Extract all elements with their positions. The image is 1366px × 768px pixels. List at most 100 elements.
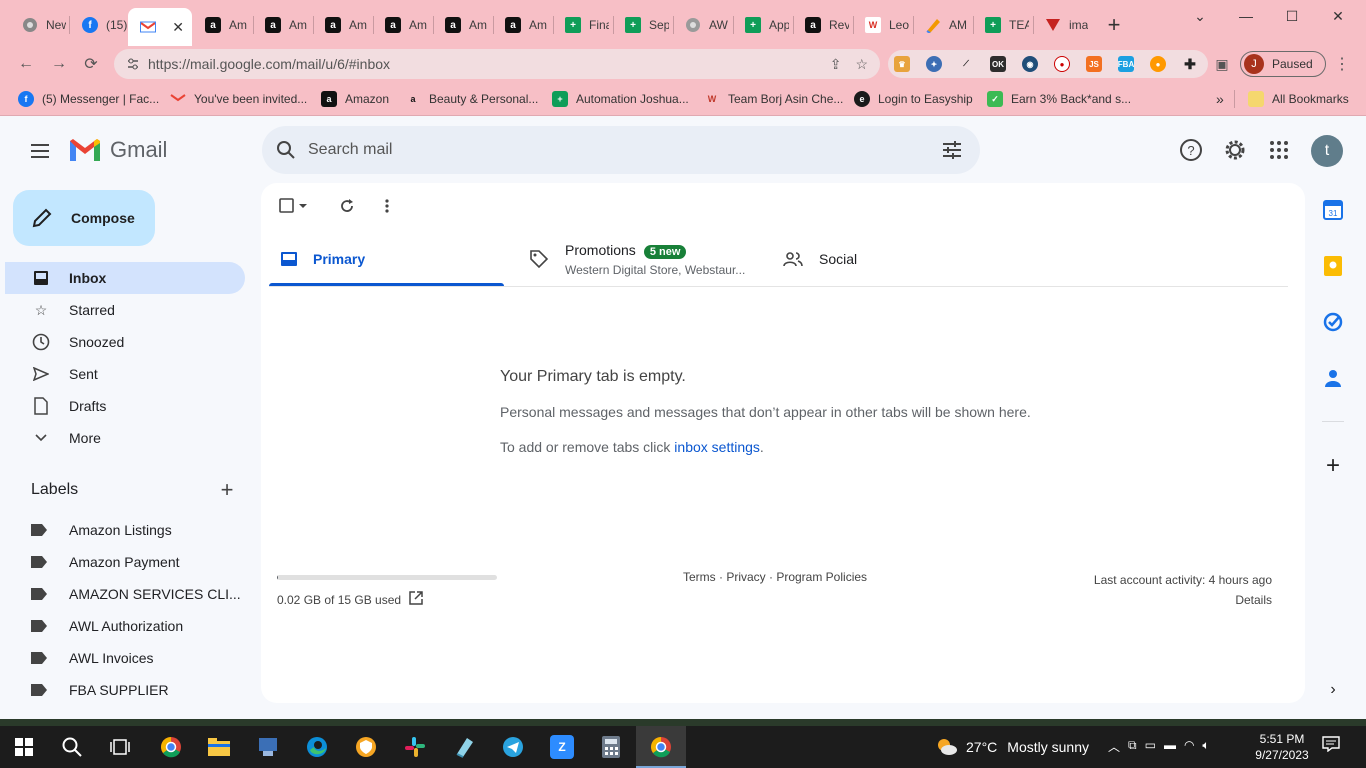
- refresh-icon[interactable]: [337, 196, 357, 216]
- main-menu-icon[interactable]: [28, 139, 52, 163]
- chrome-active-icon[interactable]: [649, 735, 673, 759]
- system-clock[interactable]: 5:51 PM 9/27/2023: [1250, 731, 1314, 763]
- nav-drafts[interactable]: Drafts: [5, 390, 245, 422]
- display-icon[interactable]: ▭: [1145, 738, 1156, 755]
- search-bar[interactable]: [262, 126, 980, 174]
- browser-tab[interactable]: a Am: [193, 10, 251, 40]
- nav-snoozed[interactable]: Snoozed: [5, 326, 245, 358]
- back-button[interactable]: ←: [14, 52, 38, 76]
- open-external-icon[interactable]: [409, 591, 423, 608]
- label-item[interactable]: Amazon Listings: [31, 516, 241, 544]
- extension-icon[interactable]: ◉: [1022, 56, 1038, 72]
- show-side-panel-icon[interactable]: ›: [1322, 679, 1344, 701]
- browser-tab[interactable]: W Leo: [853, 10, 911, 40]
- bookmark-star-icon[interactable]: ☆: [855, 56, 868, 73]
- search-icon[interactable]: [60, 735, 84, 759]
- browser-tab[interactable]: f (15): [70, 10, 128, 40]
- browser-tab[interactable]: a Am: [493, 10, 551, 40]
- label-item[interactable]: AWL Authorization: [31, 612, 241, 640]
- nav-starred[interactable]: ☆ Starred: [5, 294, 245, 326]
- inbox-settings-link[interactable]: inbox settings: [674, 439, 760, 455]
- bookmark-item[interactable]: a Amazon: [321, 91, 389, 107]
- show-hidden-icons-icon[interactable]: ︿: [1108, 738, 1120, 755]
- label-item[interactable]: AMAZON SERVICES CLI...: [31, 580, 241, 608]
- chrome-menu-icon[interactable]: ⋮: [1330, 52, 1354, 76]
- extension-icon[interactable]: ✦: [926, 56, 942, 72]
- zoom-z-icon[interactable]: Z: [550, 735, 574, 759]
- browser-tab[interactable]: a Am: [433, 10, 491, 40]
- share-icon[interactable]: ⇪: [830, 56, 842, 73]
- contacts-icon[interactable]: [1322, 367, 1344, 389]
- maximize-button[interactable]: ☐: [1282, 6, 1302, 26]
- bookmark-item[interactable]: + Automation Joshua...: [552, 91, 689, 107]
- browser-tab[interactable]: a Am: [373, 10, 431, 40]
- browser-tab[interactable]: a Am: [313, 10, 371, 40]
- select-all-checkbox[interactable]: [277, 196, 297, 216]
- volume-icon[interactable]: 🔈︎: [1202, 738, 1209, 755]
- reload-button[interactable]: ⟳: [79, 52, 103, 76]
- footer-links[interactable]: Terms · Privacy · Program Policies: [683, 570, 867, 584]
- extension-icon[interactable]: JS: [1086, 56, 1102, 72]
- meet-now-icon[interactable]: ⧉: [1128, 738, 1137, 755]
- help-icon[interactable]: ?: [1178, 137, 1204, 163]
- telegram-icon[interactable]: [501, 735, 525, 759]
- task-view-icon[interactable]: [108, 735, 132, 759]
- profile-button[interactable]: J Paused: [1240, 51, 1326, 77]
- compose-button[interactable]: Compose: [13, 190, 155, 246]
- search-options-icon[interactable]: [940, 138, 964, 162]
- browser-tab[interactable]: a Am: [253, 10, 311, 40]
- add-label-icon[interactable]: +: [217, 479, 237, 501]
- battery-icon[interactable]: ▬: [1164, 738, 1176, 755]
- network-app-icon[interactable]: [256, 735, 280, 759]
- extension-icon[interactable]: OK: [990, 56, 1006, 72]
- browser-tab[interactable]: + Fina: [553, 10, 611, 40]
- browser-tab[interactable]: a Rev: [793, 10, 851, 40]
- get-addons-icon[interactable]: +: [1322, 452, 1344, 479]
- browser-tab[interactable]: + TEA: [973, 10, 1031, 40]
- notepad-icon[interactable]: [452, 735, 476, 759]
- tab-social[interactable]: Social: [783, 231, 1023, 287]
- all-bookmarks[interactable]: All Bookmarks: [1248, 91, 1349, 107]
- label-item[interactable]: Amazon Payment: [31, 548, 241, 576]
- nav-sent[interactable]: Sent: [5, 358, 245, 390]
- browser-tab[interactable]: AW: [673, 10, 731, 40]
- search-icon[interactable]: [274, 138, 298, 162]
- account-avatar[interactable]: t: [1311, 135, 1343, 167]
- label-item[interactable]: FBA SUPPLIER: [31, 676, 241, 704]
- windows-start-icon[interactable]: [12, 735, 36, 759]
- bookmark-item[interactable]: ✓ Earn 3% Back*and s...: [987, 91, 1131, 107]
- calendar-icon[interactable]: 31: [1322, 199, 1344, 221]
- forward-button[interactable]: →: [47, 52, 71, 76]
- wifi-icon[interactable]: ◠: [1184, 738, 1194, 755]
- extension-icon[interactable]: FBA: [1118, 56, 1134, 72]
- close-tab-icon[interactable]: ✕: [172, 19, 184, 36]
- browser-tab[interactable]: ima: [1033, 10, 1091, 40]
- notifications-icon[interactable]: [1322, 736, 1342, 756]
- chrome-icon[interactable]: [159, 735, 183, 759]
- keep-icon[interactable]: [1322, 255, 1344, 277]
- file-explorer-icon[interactable]: [207, 735, 231, 759]
- nav-inbox[interactable]: Inbox: [5, 262, 245, 294]
- search-input[interactable]: [308, 141, 908, 159]
- weather-widget[interactable]: 27°C Mostly sunny: [936, 737, 1089, 757]
- side-panel-icon[interactable]: ▣: [1210, 52, 1234, 76]
- address-bar[interactable]: https://mail.google.com/mail/u/6/#inbox …: [114, 49, 880, 79]
- edge-icon[interactable]: [305, 735, 329, 759]
- settings-gear-icon[interactable]: [1222, 137, 1248, 163]
- activity-details-link[interactable]: Details: [1094, 590, 1272, 610]
- select-dropdown-icon[interactable]: [297, 196, 309, 216]
- calculator-icon[interactable]: [599, 735, 623, 759]
- nav-more[interactable]: More: [5, 422, 245, 454]
- tasks-icon[interactable]: [1322, 311, 1344, 333]
- close-window-button[interactable]: ✕: [1328, 6, 1348, 26]
- gmail-logo[interactable]: Gmail: [68, 137, 167, 163]
- bookmark-item[interactable]: You've been invited...: [170, 91, 307, 107]
- tab-promotions[interactable]: Promotions 5 new Western Digital Store, W…: [529, 231, 769, 287]
- bookmark-item[interactable]: e Login to Easyship: [854, 91, 973, 107]
- label-item[interactable]: AWL Invoices: [31, 644, 241, 672]
- browser-tab-active[interactable]: ✕: [128, 8, 192, 46]
- tab-search-icon[interactable]: ⌄: [1190, 6, 1210, 26]
- apps-grid-icon[interactable]: [1266, 137, 1292, 163]
- browser-tab[interactable]: + App: [733, 10, 791, 40]
- vpn-shield-icon[interactable]: [354, 735, 378, 759]
